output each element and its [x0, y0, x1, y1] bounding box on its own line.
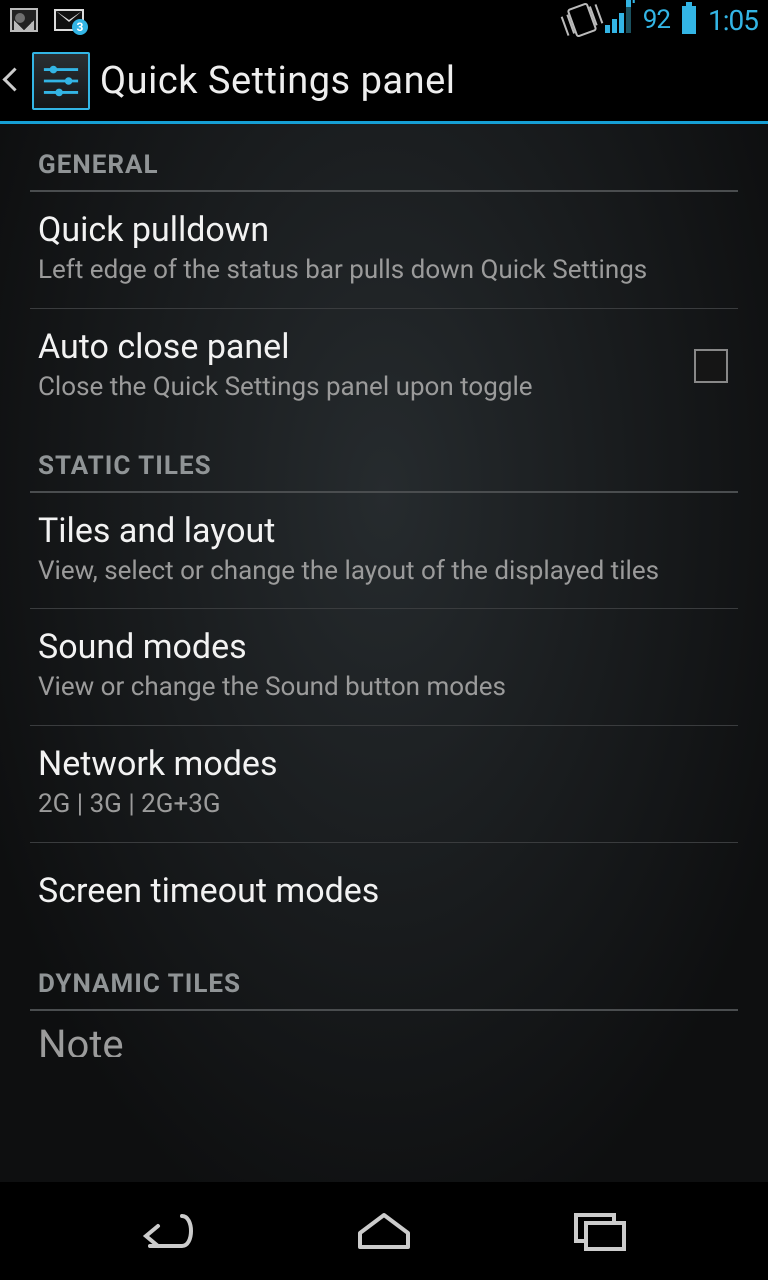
- pref-note[interactable]: Note: [0, 1011, 768, 1057]
- pref-quick-pulldown[interactable]: Quick pulldown Left edge of the status b…: [0, 192, 768, 308]
- pref-auto-close-panel[interactable]: Auto close panel Close the Quick Setting…: [0, 309, 768, 425]
- back-chevron-icon[interactable]: [2, 61, 22, 101]
- checkbox[interactable]: [694, 349, 728, 383]
- gmail-badge: 3: [72, 19, 88, 35]
- pref-title: Auto close panel: [38, 327, 674, 367]
- pref-title: Screen timeout modes: [38, 871, 738, 911]
- clock: 1:05: [708, 4, 758, 37]
- nav-home-button[interactable]: [339, 1206, 429, 1256]
- pref-summary: View, select or change the layout of the…: [38, 555, 738, 589]
- gmail-notification-icon: 3: [54, 9, 84, 31]
- action-bar: Quick Settings panel: [0, 40, 768, 124]
- page-title: Quick Settings panel: [100, 59, 455, 103]
- battery-percent: 92: [643, 5, 670, 35]
- pref-title: Quick pulldown: [38, 210, 738, 250]
- nav-recents-button[interactable]: [555, 1206, 645, 1256]
- nav-back-button[interactable]: [123, 1206, 213, 1256]
- pref-summary: Close the Quick Settings panel upon togg…: [38, 371, 674, 405]
- pref-title: Sound modes: [38, 627, 738, 667]
- settings-list[interactable]: GENERAL Quick pulldown Left edge of the …: [0, 124, 768, 1182]
- pref-tiles-and-layout[interactable]: Tiles and layout View, select or change …: [0, 493, 768, 609]
- vibrate-icon: [566, 2, 597, 38]
- pref-title: Tiles and layout: [38, 511, 738, 551]
- pref-screen-timeout-modes[interactable]: Screen timeout modes: [0, 843, 768, 943]
- settings-sliders-icon[interactable]: [32, 52, 90, 110]
- status-bar[interactable]: 3 H 92 1:05: [0, 0, 768, 40]
- pref-title: Network modes: [38, 744, 738, 784]
- pref-title: Note: [38, 1025, 738, 1057]
- pref-summary: View or change the Sound button modes: [38, 671, 738, 705]
- signal-icon: H: [605, 7, 631, 33]
- navigation-bar: [0, 1182, 768, 1280]
- gallery-notification-icon: [10, 8, 38, 32]
- battery-icon: [682, 6, 696, 34]
- section-header-static-tiles: STATIC TILES: [0, 425, 768, 491]
- section-header-general: GENERAL: [0, 124, 768, 190]
- pref-summary: 2G | 3G | 2G+3G: [38, 788, 738, 822]
- section-header-dynamic-tiles: DYNAMIC TILES: [0, 943, 768, 1009]
- pref-sound-modes[interactable]: Sound modes View or change the Sound but…: [0, 609, 768, 725]
- pref-network-modes[interactable]: Network modes 2G | 3G | 2G+3G: [0, 726, 768, 842]
- pref-summary: Left edge of the status bar pulls down Q…: [38, 254, 738, 288]
